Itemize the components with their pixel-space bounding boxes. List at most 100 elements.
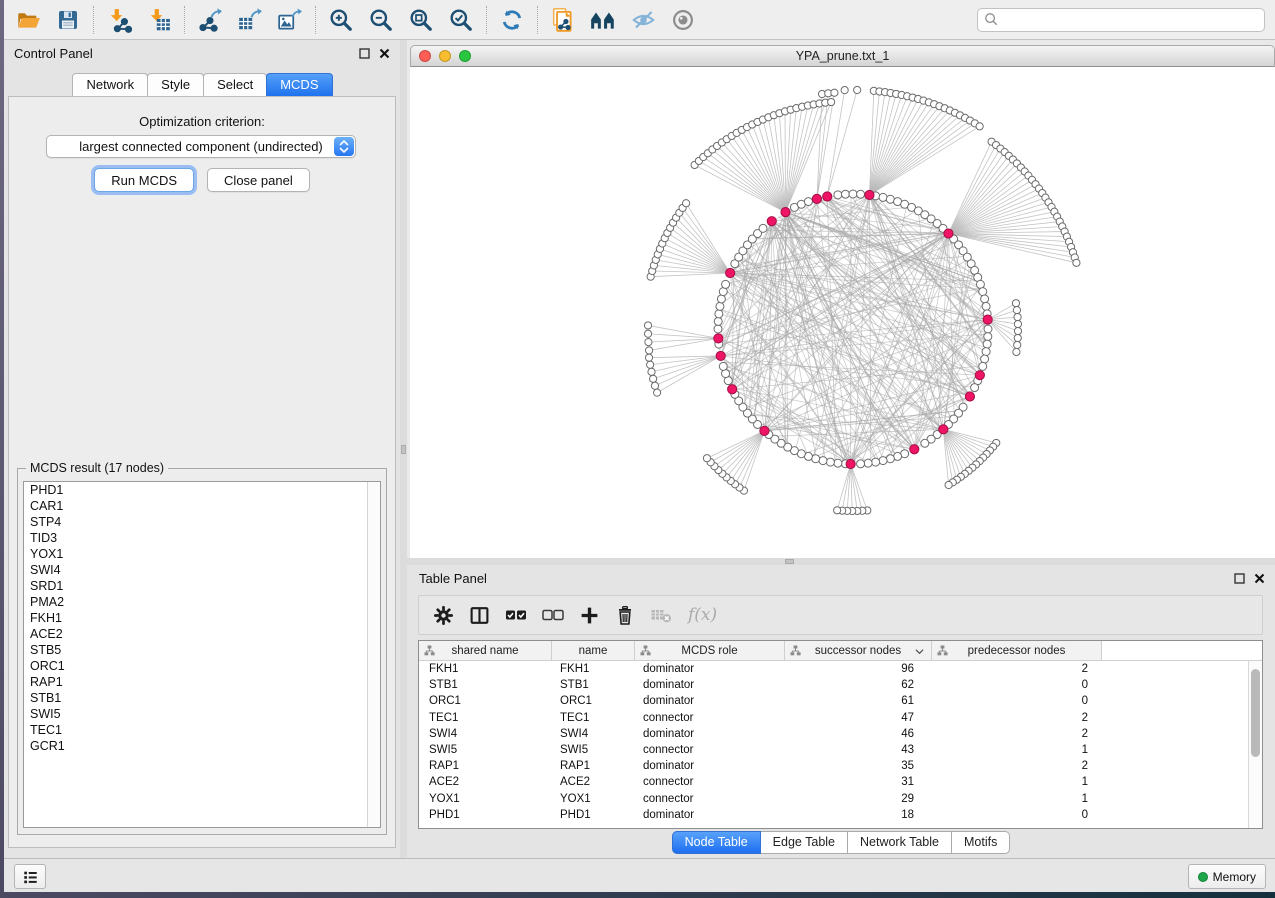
close-panel-icon[interactable] [379,48,390,59]
splitter-handle-icon[interactable] [785,559,794,564]
mcds-result-item[interactable]: PMA2 [24,594,380,610]
mcds-result-item[interactable]: SWI4 [24,562,380,578]
tab-mcds[interactable]: MCDS [266,73,332,96]
deselect-all-icon[interactable] [542,605,564,625]
table-panel: Table Panel [407,565,1275,858]
zoom-fit-button[interactable] [401,3,441,37]
network-titlebar[interactable]: YPA_prune.txt_1 [410,45,1275,67]
mcds-result-item[interactable]: STP4 [24,514,380,530]
zoom-in-button[interactable] [321,3,361,37]
zoom-selected-button[interactable] [441,3,481,37]
mcds-result-item[interactable]: CAR1 [24,498,380,514]
tab-network[interactable]: Network [72,73,148,96]
network-canvas[interactable] [410,67,1275,558]
main-area: Control Panel Network Style Select MCDS … [4,40,1275,858]
tab-motifs[interactable]: Motifs [952,831,1010,854]
table-row[interactable]: YOX1YOX1connector291 [419,791,1262,807]
table-scrollbar[interactable] [1248,661,1262,828]
show-task-history-button[interactable] [14,864,46,889]
float-panel-icon[interactable] [359,48,370,59]
tab-select[interactable]: Select [203,73,267,96]
run-mcds-button[interactable]: Run MCDS [94,168,194,192]
function-builder-button-disabled: f(x) [688,605,717,625]
zoom-out-icon [368,7,394,33]
mcds-result-item[interactable]: TID3 [24,530,380,546]
table-row[interactable]: FKH1FKH1dominator962 [419,661,1262,677]
delete-column-trash-icon[interactable] [615,605,635,626]
table-row[interactable]: ACE2ACE2connector311 [419,774,1262,790]
mcds-result-item[interactable]: SRD1 [24,578,380,594]
table-row[interactable]: TEC1TEC1connector472 [419,710,1262,726]
table-row[interactable]: ORC1ORC1dominator610 [419,693,1262,709]
select-all-icon[interactable] [505,605,527,625]
table-scrollbar-thumb[interactable] [1251,669,1260,757]
table-row[interactable]: PHD1PHD1dominator180 [419,807,1262,823]
mcds-result-item[interactable]: YOX1 [24,546,380,562]
mcds-result-item[interactable]: GCR1 [24,738,380,754]
add-column-icon[interactable] [579,605,600,626]
table-settings-gear-icon[interactable] [433,605,454,626]
zoom-out-button[interactable] [361,3,401,37]
new-network-from-selection-button[interactable] [543,3,583,37]
column-header-predecessor-nodes[interactable]: predecessor nodes [932,641,1102,661]
mcds-result-item[interactable]: SWI5 [24,706,380,722]
table-row[interactable]: RAP1RAP1dominator352 [419,758,1262,774]
mcds-result-item[interactable]: PHD1 [24,482,380,498]
search-input[interactable] [999,13,1258,27]
export-image-button[interactable] [270,3,310,37]
mcds-result-item[interactable]: ACE2 [24,626,380,642]
import-network-icon [106,7,132,33]
export-network-button[interactable] [190,3,230,37]
control-panel-tabs: Network Style Select MCDS [4,66,400,96]
column-header-shared-name[interactable]: shared name [419,641,552,661]
hide-selected-button[interactable] [623,3,663,37]
mcds-result-list[interactable]: PHD1CAR1STP4TID3YOX1SWI4SRD1PMA2FKH1ACE2… [23,481,381,828]
open-session-button[interactable] [8,3,48,37]
import-network-button[interactable] [99,3,139,37]
memory-button[interactable]: Memory [1188,864,1266,889]
table-row[interactable]: STB1STB1dominator620 [419,677,1262,693]
vertical-splitter[interactable] [400,40,407,858]
close-panel-icon[interactable] [1254,573,1265,584]
mcds-result-item[interactable]: TEC1 [24,722,380,738]
export-table-button[interactable] [230,3,270,37]
save-session-button[interactable] [48,3,88,37]
float-panel-icon[interactable] [1234,573,1245,584]
column-header-successor-nodes[interactable]: successor nodes [785,641,932,661]
import-table-button[interactable] [139,3,179,37]
column-header-name[interactable]: name [552,641,635,661]
column-header-mcds-role[interactable]: MCDS role [635,641,785,661]
tab-style[interactable]: Style [147,73,204,96]
optimization-criterion-select[interactable]: largest connected component (undirected) [46,135,356,158]
mcds-result-item[interactable]: RAP1 [24,674,380,690]
memory-label: Memory [1213,870,1256,884]
show-all-button[interactable] [663,3,703,37]
mcds-result-item[interactable]: STB1 [24,690,380,706]
table-panel-header: Table Panel [407,565,1275,591]
search-box[interactable] [977,8,1265,32]
find-button[interactable] [583,3,623,37]
apply-layout-button[interactable] [492,3,532,37]
horizontal-splitter[interactable] [407,558,1275,565]
mcds-result-item[interactable]: STB5 [24,642,380,658]
search-icon [984,12,999,27]
shared-column-icon [937,645,948,656]
zoom-in-icon [328,7,354,33]
mcds-result-item[interactable]: ORC1 [24,658,380,674]
mcds-list-scrollbar[interactable] [367,482,380,827]
close-panel-button[interactable]: Close panel [207,168,310,192]
zoom-selected-icon [448,7,474,33]
splitter-handle-icon[interactable] [401,445,406,454]
table-row[interactable]: SWI4SWI4dominator462 [419,726,1262,742]
network-graph[interactable] [410,67,1275,558]
show-column-panel-icon[interactable] [469,605,490,626]
shared-column-icon [424,645,435,656]
tab-network-table[interactable]: Network Table [848,831,952,854]
mcds-result-groupbox: MCDS result (17 nodes) PHD1CAR1STP4TID3Y… [17,468,387,835]
tab-node-table[interactable]: Node Table [672,831,761,854]
mcds-result-item[interactable]: FKH1 [24,610,380,626]
table-row[interactable]: SWI5SWI5connector431 [419,742,1262,758]
sort-descending-icon [915,648,924,655]
tab-edge-table[interactable]: Edge Table [761,831,848,854]
node-table: shared name name MCDS role [418,640,1263,829]
